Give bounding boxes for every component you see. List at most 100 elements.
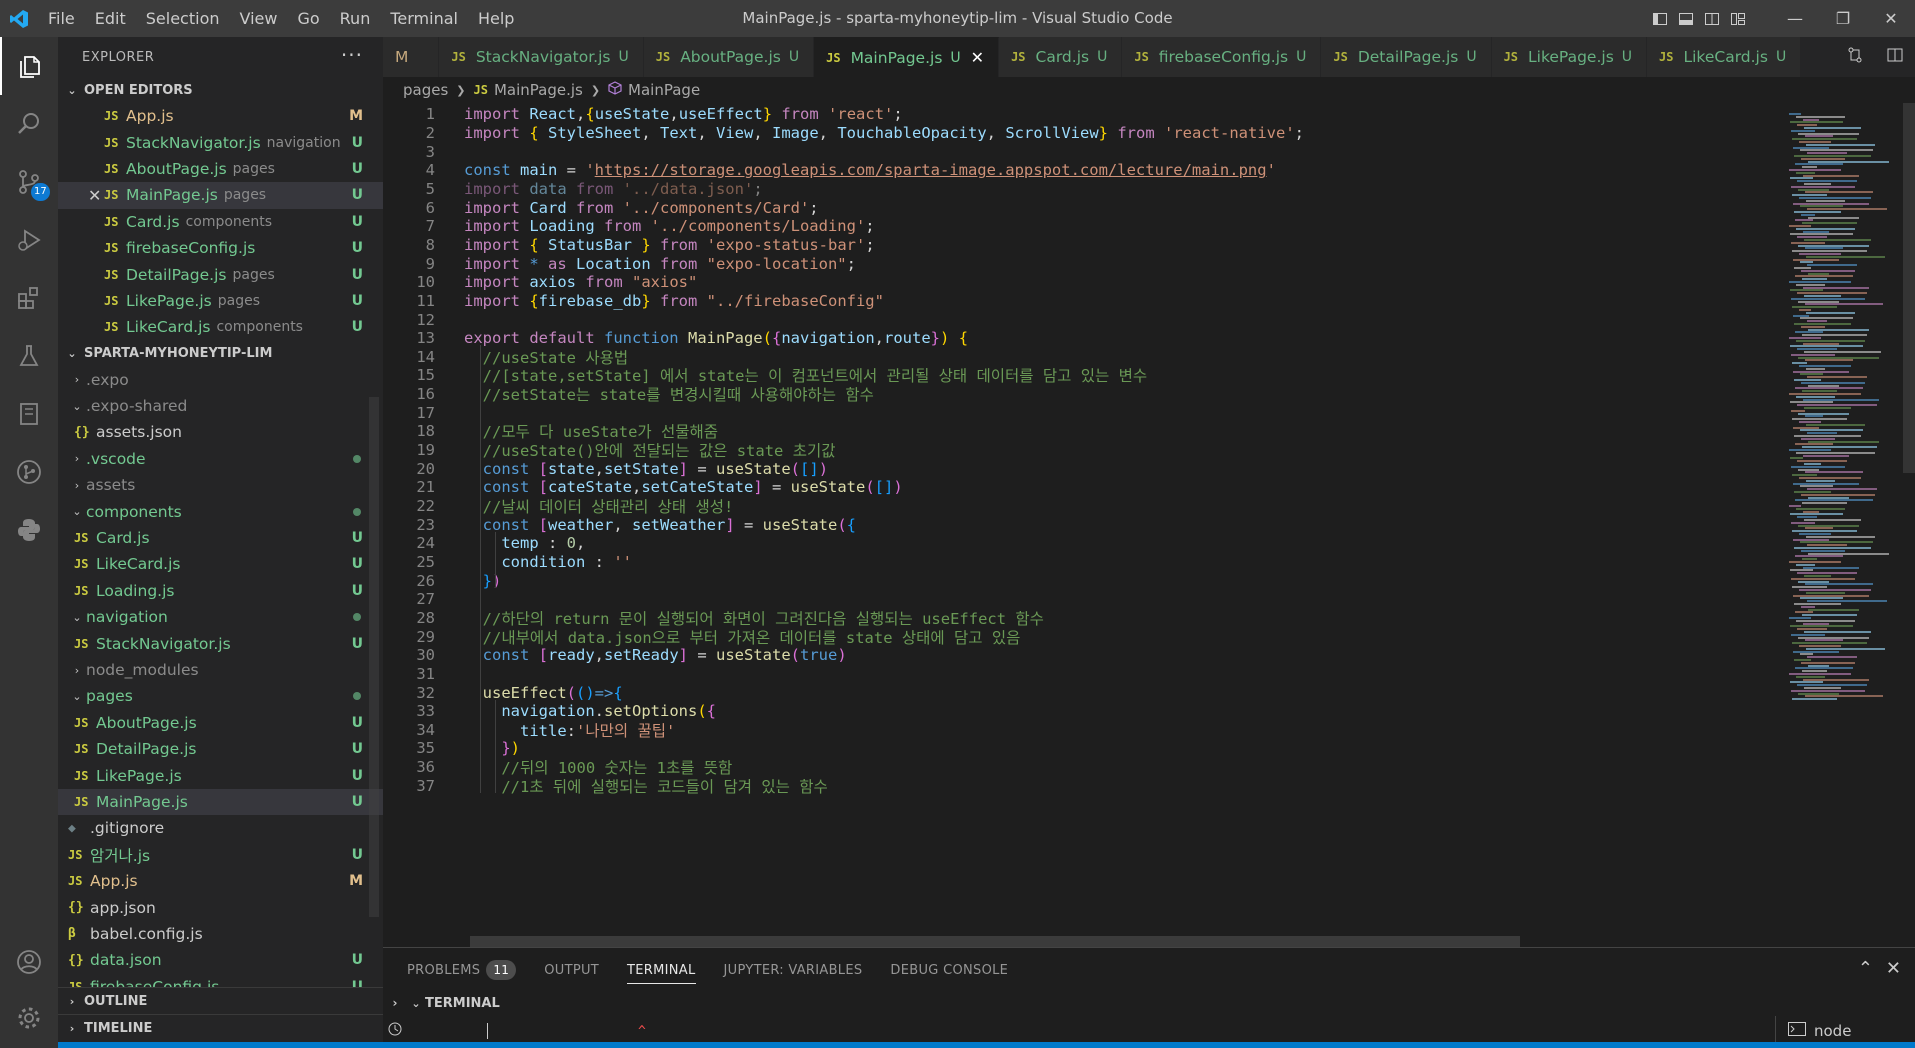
explorer-icon[interactable] (0, 37, 58, 95)
open-editor-item[interactable]: JS Card.js components U (58, 209, 383, 235)
split-editor-icon[interactable] (1886, 46, 1904, 68)
open-editor-item[interactable]: JS LikePage.js pages U (58, 288, 383, 314)
file-item[interactable]: JS 암거나.js U (58, 842, 383, 868)
terminal-header[interactable]: › ⌄ TERMINAL (383, 990, 500, 1016)
open-editor-item[interactable]: JS StackNavigator.js navigation U (58, 129, 383, 155)
file-item[interactable]: {} data.json U (58, 947, 383, 973)
tab-status: U (1621, 49, 1633, 65)
toggle-sidebar-icon[interactable] (1647, 0, 1673, 37)
minimap-line (1796, 563, 1815, 566)
git-graph-icon[interactable] (0, 443, 58, 501)
tab-m[interactable]: M (383, 37, 440, 77)
file-item[interactable]: JS App.js M (58, 868, 383, 894)
terminal-content[interactable]: ^ (383, 1018, 1783, 1044)
compare-changes-icon[interactable] (1846, 46, 1864, 68)
close-tab-icon[interactable]: ✕ (971, 48, 984, 67)
breadcrumb-symbol[interactable]: MainPage (628, 81, 700, 99)
tab-aboutpage[interactable]: JS AboutPage.js U (643, 37, 815, 77)
tab-likecard[interactable]: JS LikeCard.js U (1647, 37, 1802, 77)
close-panel-icon[interactable]: ✕ (1886, 958, 1901, 979)
folder-item[interactable]: › assets (58, 472, 383, 498)
file-item[interactable]: JS DetailPage.js U (58, 736, 383, 762)
restore-button[interactable]: ❐ (1819, 0, 1867, 37)
folder-item[interactable]: › .expo (58, 367, 383, 393)
menu-help[interactable]: Help (468, 0, 524, 37)
source-control-icon[interactable]: 17 (0, 153, 58, 211)
manage-gear-icon[interactable] (0, 989, 58, 1047)
tab-likepage[interactable]: JS LikePage.js U (1491, 37, 1648, 77)
file-item[interactable]: {} assets.json (58, 419, 383, 445)
timeline-section[interactable]: › TIMELINE (58, 1014, 383, 1040)
file-item[interactable]: {} app.json (58, 894, 383, 920)
folder-item[interactable]: ⌄ .expo-shared (58, 393, 383, 419)
extensions-icon[interactable] (0, 269, 58, 327)
customize-layout-icon[interactable] (1725, 0, 1751, 37)
folder-item[interactable]: ⌄ pages (58, 683, 383, 709)
tab-mainpage[interactable]: JS MainPage.js U ✕ (814, 37, 1000, 77)
file-item[interactable]: JS LikePage.js U (58, 762, 383, 788)
close-window-button[interactable]: ✕ (1867, 0, 1915, 37)
notebook-icon[interactable] (0, 385, 58, 443)
panel-tab-output[interactable]: OUTPUT (544, 958, 599, 984)
breadcrumb-folder[interactable]: pages (403, 81, 448, 99)
menu-selection[interactable]: Selection (136, 0, 230, 37)
folder-item[interactable]: ⌄ navigation (58, 604, 383, 630)
menu-terminal[interactable]: Terminal (380, 0, 468, 37)
vertical-scrollbar[interactable] (1903, 103, 1915, 473)
code-text: //useState()안에 전달되는 값은 state 초기값 (464, 442, 836, 461)
file-item[interactable]: JS StackNavigator.js U (58, 630, 383, 656)
folder-item[interactable]: ⌄ components (58, 498, 383, 524)
file-item[interactable]: JS Card.js U (58, 525, 383, 551)
close-icon[interactable]: ✕ (88, 186, 101, 205)
tab-card[interactable]: JS Card.js U (999, 37, 1123, 77)
toggle-secondary-sidebar-icon[interactable] (1699, 0, 1725, 37)
menu-file[interactable]: File (38, 0, 85, 37)
open-editors-header[interactable]: ⌄ OPEN EDITORS (58, 77, 383, 103)
file-name: StackNavigator.js (96, 634, 231, 653)
minimize-button[interactable]: — (1771, 0, 1819, 37)
open-editor-item[interactable]: JS DetailPage.js pages U (58, 261, 383, 287)
testing-icon[interactable] (0, 327, 58, 385)
file-item[interactable]: β babel.config.js (58, 921, 383, 947)
more-actions-button[interactable]: ··· (341, 43, 363, 67)
minimap-line (1791, 465, 1845, 468)
panel-tab-problems[interactable]: PROBLEMS 11 (407, 958, 517, 984)
sidebar-scrollbar[interactable] (369, 397, 379, 917)
panel-tab-jupyter-variables[interactable]: JUPYTER: VARIABLES (724, 958, 863, 984)
menu-edit[interactable]: Edit (85, 0, 136, 37)
panel-tab-debug-console[interactable]: DEBUG CONSOLE (890, 958, 1008, 984)
panel-tab-terminal[interactable]: TERMINAL (627, 958, 696, 984)
toggle-panel-icon[interactable] (1673, 0, 1699, 37)
file-item[interactable]: JS Loading.js U (58, 578, 383, 604)
open-editor-item[interactable]: JS LikeCard.js components U (58, 314, 383, 340)
tab-detailpage[interactable]: JS DetailPage.js U (1321, 37, 1492, 77)
breadcrumb-file[interactable]: MainPage.js (494, 81, 583, 99)
folder-item[interactable]: › .vscode (58, 446, 383, 472)
minimap-line (1791, 129, 1815, 132)
accounts-icon[interactable] (0, 933, 58, 991)
menu-view[interactable]: View (230, 0, 288, 37)
file-item[interactable]: JS AboutPage.js U (58, 710, 383, 736)
minimap[interactable] (1783, 103, 1900, 945)
minimap-line (1806, 143, 1875, 146)
open-editor-item[interactable]: ✕ JS MainPage.js pages U (58, 182, 383, 209)
outline-section[interactable]: › OUTLINE (58, 987, 383, 1013)
menu-run[interactable]: Run (330, 0, 381, 37)
run-debug-icon[interactable] (0, 211, 58, 269)
search-icon[interactable] (0, 95, 58, 153)
open-editor-item[interactable]: JS AboutPage.js pages U (58, 156, 383, 182)
maximize-panel-icon[interactable]: ⌃ (1858, 958, 1873, 979)
folder-item[interactable]: › node_modules (58, 657, 383, 683)
file-item[interactable]: ◆ .gitignore (58, 815, 383, 841)
menu-go[interactable]: Go (287, 0, 329, 37)
file-item[interactable]: JS MainPage.js U (58, 788, 383, 816)
open-editor-item[interactable]: JS firebaseConfig.js U (58, 235, 383, 261)
file-item[interactable]: JS LikeCard.js U (58, 551, 383, 577)
code-editor[interactable]: 1 import React,{useState,useEffect} from … (383, 103, 1783, 945)
tab-stacknavigator[interactable]: JS StackNavigator.js U (439, 37, 644, 77)
tab-firebaseconfig[interactable]: JS firebaseConfig.js U (1122, 37, 1322, 77)
minimap-line (1806, 199, 1845, 202)
project-header[interactable]: ⌄ SPARTA-MYHONEYTIP-LIM (58, 341, 383, 367)
python-icon[interactable] (0, 501, 58, 559)
open-editor-item[interactable]: JS App.js M (58, 103, 383, 129)
